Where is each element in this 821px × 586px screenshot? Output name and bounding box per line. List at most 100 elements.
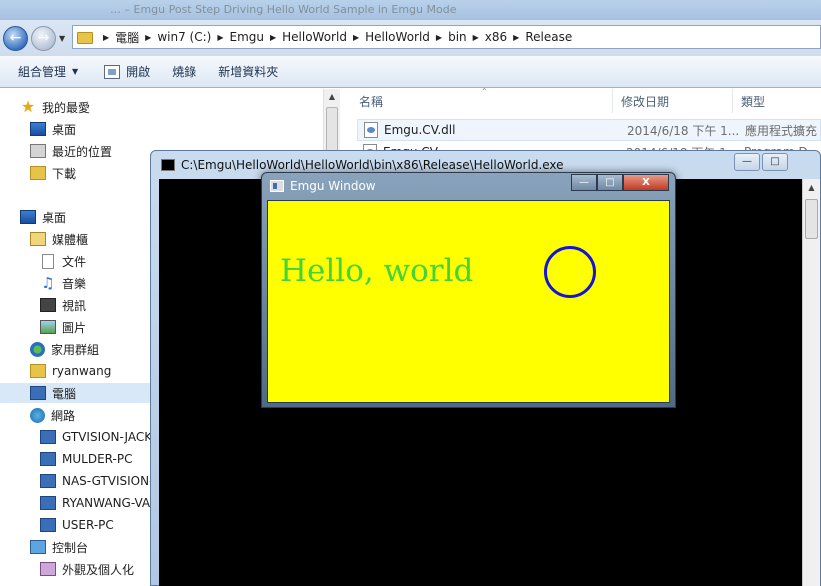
breadcrumb-emgu[interactable]: Emgu: [229, 30, 264, 44]
recent-places-icon: [30, 144, 46, 158]
scroll-thumb[interactable]: [805, 199, 818, 239]
emgu-window-controls: — □ X: [571, 174, 669, 191]
chevron-right-icon[interactable]: ▶: [473, 33, 479, 42]
column-header-name[interactable]: 名稱 ⌃: [341, 87, 613, 113]
console-minimize-button[interactable]: —: [734, 153, 760, 171]
file-date: 2014/6/18 下午 1...: [627, 123, 740, 138]
nav-label: RYANWANG-VA: [62, 496, 151, 510]
nav-label: 文件: [62, 254, 87, 269]
command-bar: 組合管理 ▼ 開啟 燒錄 新增資料夾: [0, 56, 821, 88]
nav-user[interactable]: ryanwang: [30, 361, 111, 381]
computer-icon: [40, 452, 56, 466]
nav-host-nas[interactable]: NAS-GTVISION-: [40, 471, 153, 491]
scroll-up-icon[interactable]: ▲: [324, 89, 340, 105]
nav-pictures[interactable]: 圖片: [40, 317, 86, 337]
console-scrollbar[interactable]: ▲: [802, 179, 820, 586]
music-note-icon: ♫: [41, 274, 55, 292]
nav-label: 控制台: [52, 540, 89, 555]
breadcrumb-computer[interactable]: 電腦: [115, 29, 139, 46]
homegroup-icon: [30, 341, 45, 357]
nav-label: 媒體櫃: [52, 232, 89, 247]
nav-desktop[interactable]: 桌面: [20, 207, 66, 227]
nav-label: 圖片: [62, 320, 87, 335]
new-folder-button[interactable]: 新增資料夾: [210, 60, 286, 84]
emgu-title-text: Emgu Window: [290, 179, 376, 193]
emgu-maximize-button[interactable]: □: [597, 174, 623, 191]
chevron-right-icon[interactable]: ▶: [217, 33, 223, 42]
nav-network[interactable]: 網路: [30, 405, 75, 425]
emgu-image-canvas: Hello, world: [267, 200, 670, 403]
chevron-right-icon[interactable]: ▶: [145, 33, 151, 42]
recent-pages-dropdown[interactable]: ▼: [59, 34, 65, 43]
downloads-icon: [30, 166, 46, 180]
address-bar[interactable]: ▶ 電腦 ▶ win7 (C:) ▶ Emgu ▶ HelloWorld ▶ H…: [72, 25, 821, 49]
console-title-text: C:\Emgu\HelloWorld\HelloWorld\bin\x86\Re…: [181, 158, 564, 172]
sort-up-icon: ⌃: [481, 87, 488, 96]
emgu-close-button[interactable]: X: [623, 174, 669, 191]
nav-libraries[interactable]: 媒體櫃: [30, 229, 88, 249]
console-maximize-button[interactable]: □: [762, 153, 788, 171]
nav-favorites[interactable]: ★ 我的最愛: [20, 97, 90, 117]
forward-button[interactable]: →: [31, 26, 56, 51]
nav-host-ryanwang[interactable]: RYANWANG-VA: [40, 493, 150, 513]
nav-documents[interactable]: 文件: [40, 251, 86, 271]
breadcrumb-helloworld[interactable]: HelloWorld: [282, 30, 347, 44]
open-label: 開啟: [126, 65, 151, 79]
explorer-title-text: … – Emgu Post Step Driving Hello World S…: [110, 3, 457, 16]
nav-host-mulder[interactable]: MULDER-PC: [40, 449, 132, 469]
chevron-right-icon[interactable]: ▶: [436, 33, 442, 42]
breadcrumb-x86[interactable]: x86: [485, 30, 507, 44]
nav-desktop-fav[interactable]: 桌面: [30, 119, 76, 139]
column-header-date[interactable]: 修改日期: [613, 89, 733, 113]
burn-button[interactable]: 燒錄: [164, 60, 204, 84]
computer-icon: [40, 430, 56, 444]
video-icon: [40, 298, 56, 312]
nav-host-user[interactable]: USER-PC: [40, 515, 114, 535]
nav-label: 最近的位置: [52, 144, 113, 159]
emgu-titlebar[interactable]: Emgu Window: [270, 179, 376, 193]
breadcrumb-release[interactable]: Release: [525, 30, 572, 44]
new-folder-label: 新增資料夾: [218, 65, 279, 79]
console-titlebar[interactable]: C:\Emgu\HelloWorld\HelloWorld\bin\x86\Re…: [161, 158, 564, 172]
breadcrumb-bin[interactable]: bin: [448, 30, 467, 44]
nav-label: NAS-GTVISION-: [62, 474, 154, 488]
open-button[interactable]: 開啟: [96, 60, 158, 84]
nav-appearance[interactable]: 外觀及個人化: [40, 559, 134, 579]
nav-control-panel[interactable]: 控制台: [30, 537, 88, 557]
file-row[interactable]: Emgu.CV.dll 2014/6/18 下午 1... 應用程式擴充: [357, 119, 821, 141]
chevron-right-icon[interactable]: ▶: [353, 33, 359, 42]
desktop-icon: [30, 122, 46, 136]
chevron-right-icon[interactable]: ▶: [103, 33, 109, 42]
breadcrumb-helloworld-sub[interactable]: HelloWorld: [365, 30, 430, 44]
nav-videos[interactable]: 視訊: [40, 295, 86, 315]
emgu-minimize-button[interactable]: —: [571, 174, 597, 191]
emgu-app-icon: [270, 180, 284, 192]
nav-label: 音樂: [62, 276, 87, 291]
nav-host-gtvision[interactable]: GTVISION-JACK: [40, 427, 152, 447]
breadcrumb-drive[interactable]: win7 (C:): [157, 30, 211, 44]
nav-label: ryanwang: [52, 364, 112, 378]
star-icon: ★: [20, 97, 36, 116]
nav-music[interactable]: ♫ 音樂: [40, 273, 86, 293]
open-icon: [104, 64, 121, 79]
console-app-icon: [161, 159, 175, 171]
nav-label: 家用群組: [51, 342, 100, 357]
dll-file-icon: [364, 122, 378, 138]
nav-recent-places[interactable]: 最近的位置: [30, 141, 112, 161]
back-button[interactable]: ←: [3, 26, 28, 51]
nav-label: 網路: [51, 408, 76, 423]
blue-circle-shape: [544, 246, 596, 298]
nav-label: 電腦: [52, 386, 77, 401]
appearance-icon: [40, 562, 56, 576]
organize-label: 組合管理: [18, 65, 67, 79]
scroll-up-icon[interactable]: ▲: [803, 179, 820, 197]
nav-label: 視訊: [62, 298, 87, 313]
chevron-right-icon[interactable]: ▶: [270, 33, 276, 42]
nav-downloads[interactable]: 下載: [30, 163, 76, 183]
chevron-right-icon[interactable]: ▶: [513, 33, 519, 42]
nav-homegroup[interactable]: 家用群組: [30, 339, 99, 359]
picture-icon: [40, 320, 56, 334]
organize-button[interactable]: 組合管理 ▼: [10, 60, 86, 84]
column-header-type[interactable]: 類型: [733, 89, 821, 113]
arrow-right-icon: →: [37, 30, 50, 46]
